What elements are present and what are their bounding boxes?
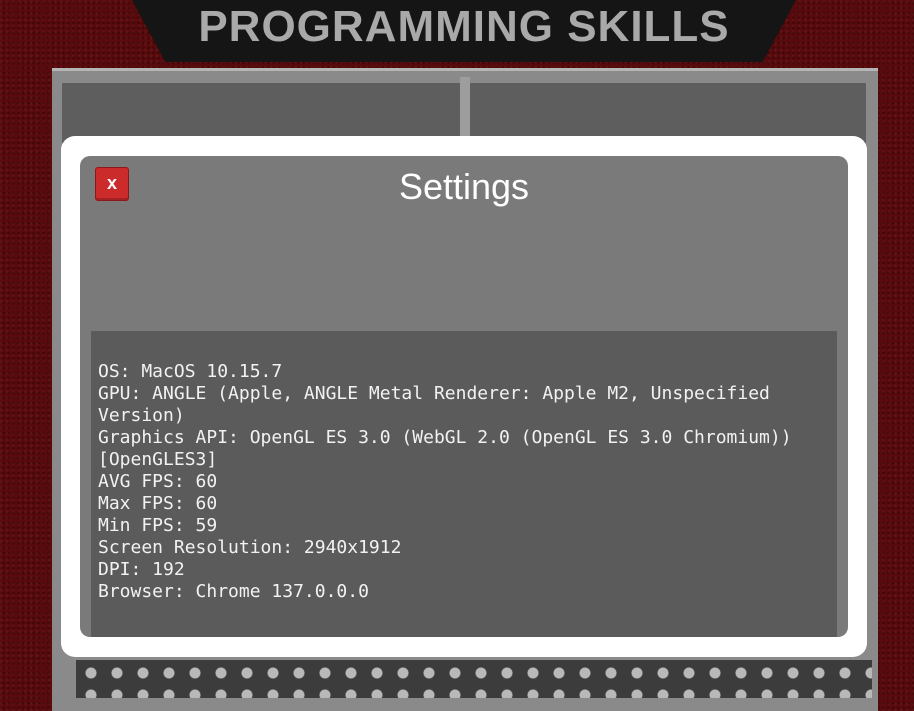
system-info-box: OS: MacOS 10.15.7 GPU: ANGLE (Apple, ANG… bbox=[91, 331, 837, 637]
title-banner: PROGRAMMING SKILLS bbox=[132, 0, 796, 62]
board-panel-right bbox=[470, 83, 866, 143]
info-gpu: GPU: ANGLE (Apple, ANGLE Metal Renderer:… bbox=[98, 383, 781, 426]
info-browser: Browser: Chrome 137.0.0.0 bbox=[98, 581, 369, 602]
info-os: OS: MacOS 10.15.7 bbox=[98, 361, 283, 382]
info-dpi: DPI: 192 bbox=[98, 559, 185, 580]
dotted-floor bbox=[76, 660, 872, 698]
settings-panel: x Settings OS: MacOS 10.15.7 GPU: ANGLE … bbox=[80, 156, 848, 637]
settings-dialog: x Settings OS: MacOS 10.15.7 GPU: ANGLE … bbox=[61, 136, 867, 657]
page-title: PROGRAMMING SKILLS bbox=[198, 2, 730, 51]
dialog-title: Settings bbox=[398, 166, 530, 207]
info-min-fps: Min FPS: 59 bbox=[98, 515, 218, 536]
info-graphics-api: Graphics API: OpenGL ES 3.0 (WebGL 2.0 (… bbox=[98, 427, 803, 470]
board-panel-left bbox=[62, 83, 460, 143]
info-avg-fps: AVG FPS: 60 bbox=[98, 471, 218, 492]
info-screen-resolution: Screen Resolution: 2940x1912 bbox=[98, 537, 402, 558]
info-max-fps: Max FPS: 60 bbox=[98, 493, 218, 514]
